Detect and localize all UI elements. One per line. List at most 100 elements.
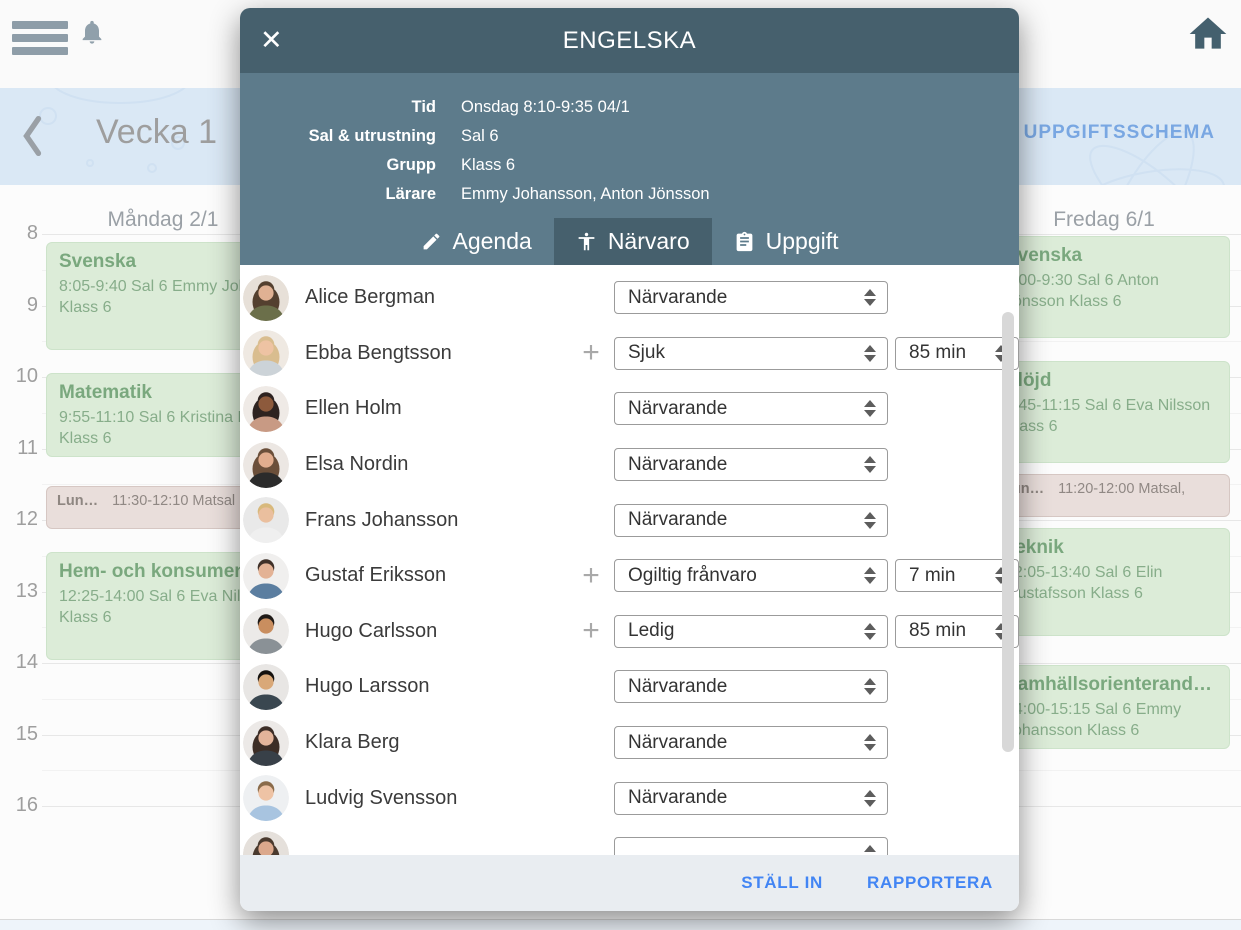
report-button[interactable]: RAPPORTERA — [867, 873, 993, 893]
arrow-up-icon — [864, 678, 876, 685]
tab-label: Agenda — [453, 228, 532, 255]
lesson-event[interactable]: Slöjd 9:45-11:15 Sal 6 Eva Nilsson Klass … — [992, 361, 1230, 463]
attendance-select[interactable]: Närvarande — [614, 448, 888, 481]
arrow-down-icon — [864, 466, 876, 473]
arrow-up-icon — [864, 623, 876, 630]
hour-label: 14 — [0, 651, 38, 674]
lesson-dialog: ✕ ENGELSKA TidOnsdag 8:10-9:35 04/1Sal &… — [240, 8, 1019, 911]
event-detail: 11:20-12:00 Matsal, — [1058, 481, 1185, 497]
event-detail: 11:30-12:10 Matsal — [112, 493, 235, 509]
minutes-value: 85 min — [909, 342, 966, 364]
person-icon — [576, 231, 597, 252]
minutes-slot: 85 min — [888, 337, 1019, 370]
arrow-up-icon — [864, 845, 876, 852]
hour-label: 10 — [0, 365, 38, 388]
minutes-value: 85 min — [909, 620, 966, 642]
hour-label: 15 — [0, 723, 38, 746]
arrow-down-icon — [864, 522, 876, 529]
attendance-row: Klara BergNärvarande — [240, 715, 1019, 771]
lesson-event[interactable]: Samhällsorienterand…14:00-15:15 Sal 6 Em… — [992, 665, 1230, 749]
attendance-select[interactable]: Närvarande — [614, 670, 888, 703]
info-row: LärareEmmy Johansson, Anton Jönsson — [240, 180, 1019, 209]
arrow-up-icon — [864, 400, 876, 407]
attendance-select[interactable]: Närvarande — [614, 504, 888, 537]
info-value: Emmy Johansson, Anton Jönsson — [461, 180, 710, 209]
attendance-select[interactable]: Närvarande — [614, 726, 888, 759]
list-scrollbar[interactable] — [1002, 312, 1014, 752]
student-avatar — [243, 442, 289, 488]
attendance-select[interactable]: Sjuk — [614, 337, 888, 370]
info-row: GruppKlass 6 — [240, 151, 1019, 180]
student-avatar — [243, 831, 289, 855]
event-title: Teknik — [1005, 537, 1217, 559]
lunch-event[interactable]: Lun…11:20-12:00 Matsal, — [992, 474, 1230, 517]
select-arrows-icon — [864, 623, 876, 640]
student-name: Frans Johansson — [305, 509, 568, 532]
attendance-select[interactable]: Ledig — [614, 615, 888, 648]
attendance-select[interactable]: Ogiltig frånvaro — [614, 559, 888, 592]
arrow-up-icon — [864, 456, 876, 463]
attendance-row: Ellen HolmNärvarande — [240, 381, 1019, 437]
minutes-stepper[interactable]: 85 min — [895, 337, 1019, 370]
student-name: Alice Bergman — [305, 286, 568, 309]
dialog-footer: STÄLL IN RAPPORTERA — [240, 855, 1019, 911]
event-title: Slöjd — [1005, 370, 1217, 392]
attendance-select[interactable]: Närvarande — [614, 392, 888, 425]
add-absence-icon[interactable]: + — [568, 336, 614, 370]
minutes-stepper[interactable]: 85 min — [895, 615, 1019, 648]
arrow-up-icon — [864, 567, 876, 574]
tab-label: Uppgift — [766, 228, 839, 255]
notifications-icon[interactable] — [78, 18, 106, 51]
menu-icon[interactable] — [12, 21, 68, 60]
lesson-info-panel: TidOnsdag 8:10-9:35 04/1Sal & utrustning… — [240, 73, 1019, 265]
set-button[interactable]: STÄLL IN — [741, 873, 823, 893]
previous-week-button[interactable] — [20, 110, 46, 167]
select-arrows-icon — [864, 567, 876, 584]
event-detail: 12:05-13:40 Sal 6 Elin Gustafsson Klass … — [1005, 562, 1217, 604]
attendance-value: Närvarande — [628, 398, 727, 420]
clipboard-icon — [734, 231, 755, 252]
add-absence-icon[interactable]: + — [568, 614, 614, 648]
attendance-row: Hugo Larsson Närvarande — [240, 659, 1019, 715]
student-name: Elsa Nordin — [305, 453, 568, 476]
close-icon[interactable]: ✕ — [260, 8, 283, 73]
student-name: Ebba Bengtsson — [305, 342, 568, 365]
student-name: Hugo Larsson — [305, 675, 568, 698]
student-avatar — [243, 664, 289, 710]
attendance-select[interactable] — [614, 837, 888, 855]
arrow-down-icon — [864, 633, 876, 640]
home-icon[interactable] — [1186, 12, 1230, 61]
student-avatar — [243, 720, 289, 766]
select-arrows-icon — [864, 734, 876, 751]
tab-uppgift[interactable]: Uppgift — [712, 218, 861, 265]
arrow-up-icon — [864, 289, 876, 296]
student-avatar — [243, 330, 289, 376]
attendance-row: Alice Bergman Närvarande — [240, 270, 1019, 326]
arrow-down-icon — [864, 410, 876, 417]
arrow-up-icon — [864, 345, 876, 352]
lesson-event[interactable]: Teknik 12:05-13:40 Sal 6 Elin Gustafsson … — [992, 528, 1230, 636]
select-arrows-icon — [864, 512, 876, 529]
minutes-stepper[interactable]: 7 min — [895, 559, 1019, 592]
tab-agenda[interactable]: Agenda — [399, 218, 554, 265]
arrow-up-icon — [864, 512, 876, 519]
tab-närvaro[interactable]: Närvaro — [554, 218, 712, 265]
minutes-slot: 85 min — [888, 615, 1019, 648]
info-value: Sal 6 — [461, 122, 499, 151]
tab-label: Närvaro — [608, 228, 690, 255]
event-detail: 9:45-11:15 Sal 6 Eva Nilsson Klass 6 — [1005, 395, 1217, 437]
assignment-schedule-link[interactable]: UPPGIFTSSCHEMA — [1024, 122, 1215, 144]
info-value: Onsdag 8:10-9:35 04/1 — [461, 93, 630, 122]
event-detail: 14:00-15:15 Sal 6 Emmy Johansson Klass 6 — [1005, 699, 1217, 741]
dialog-tabs: Agenda Närvaro Uppgift — [240, 218, 1019, 265]
lesson-event[interactable]: Svenska8:00-9:30 Sal 6 Anton Jönsson Kla… — [992, 236, 1230, 338]
arrow-down-icon — [864, 299, 876, 306]
attendance-select[interactable]: Närvarande — [614, 782, 888, 815]
arrow-down-icon — [864, 688, 876, 695]
add-absence-icon[interactable]: + — [568, 559, 614, 593]
select-arrows-icon — [864, 456, 876, 473]
attendance-value: Närvarande — [628, 287, 727, 309]
arrow-down-icon — [864, 744, 876, 751]
attendance-select[interactable]: Närvarande — [614, 281, 888, 314]
hour-label: 12 — [0, 508, 38, 531]
